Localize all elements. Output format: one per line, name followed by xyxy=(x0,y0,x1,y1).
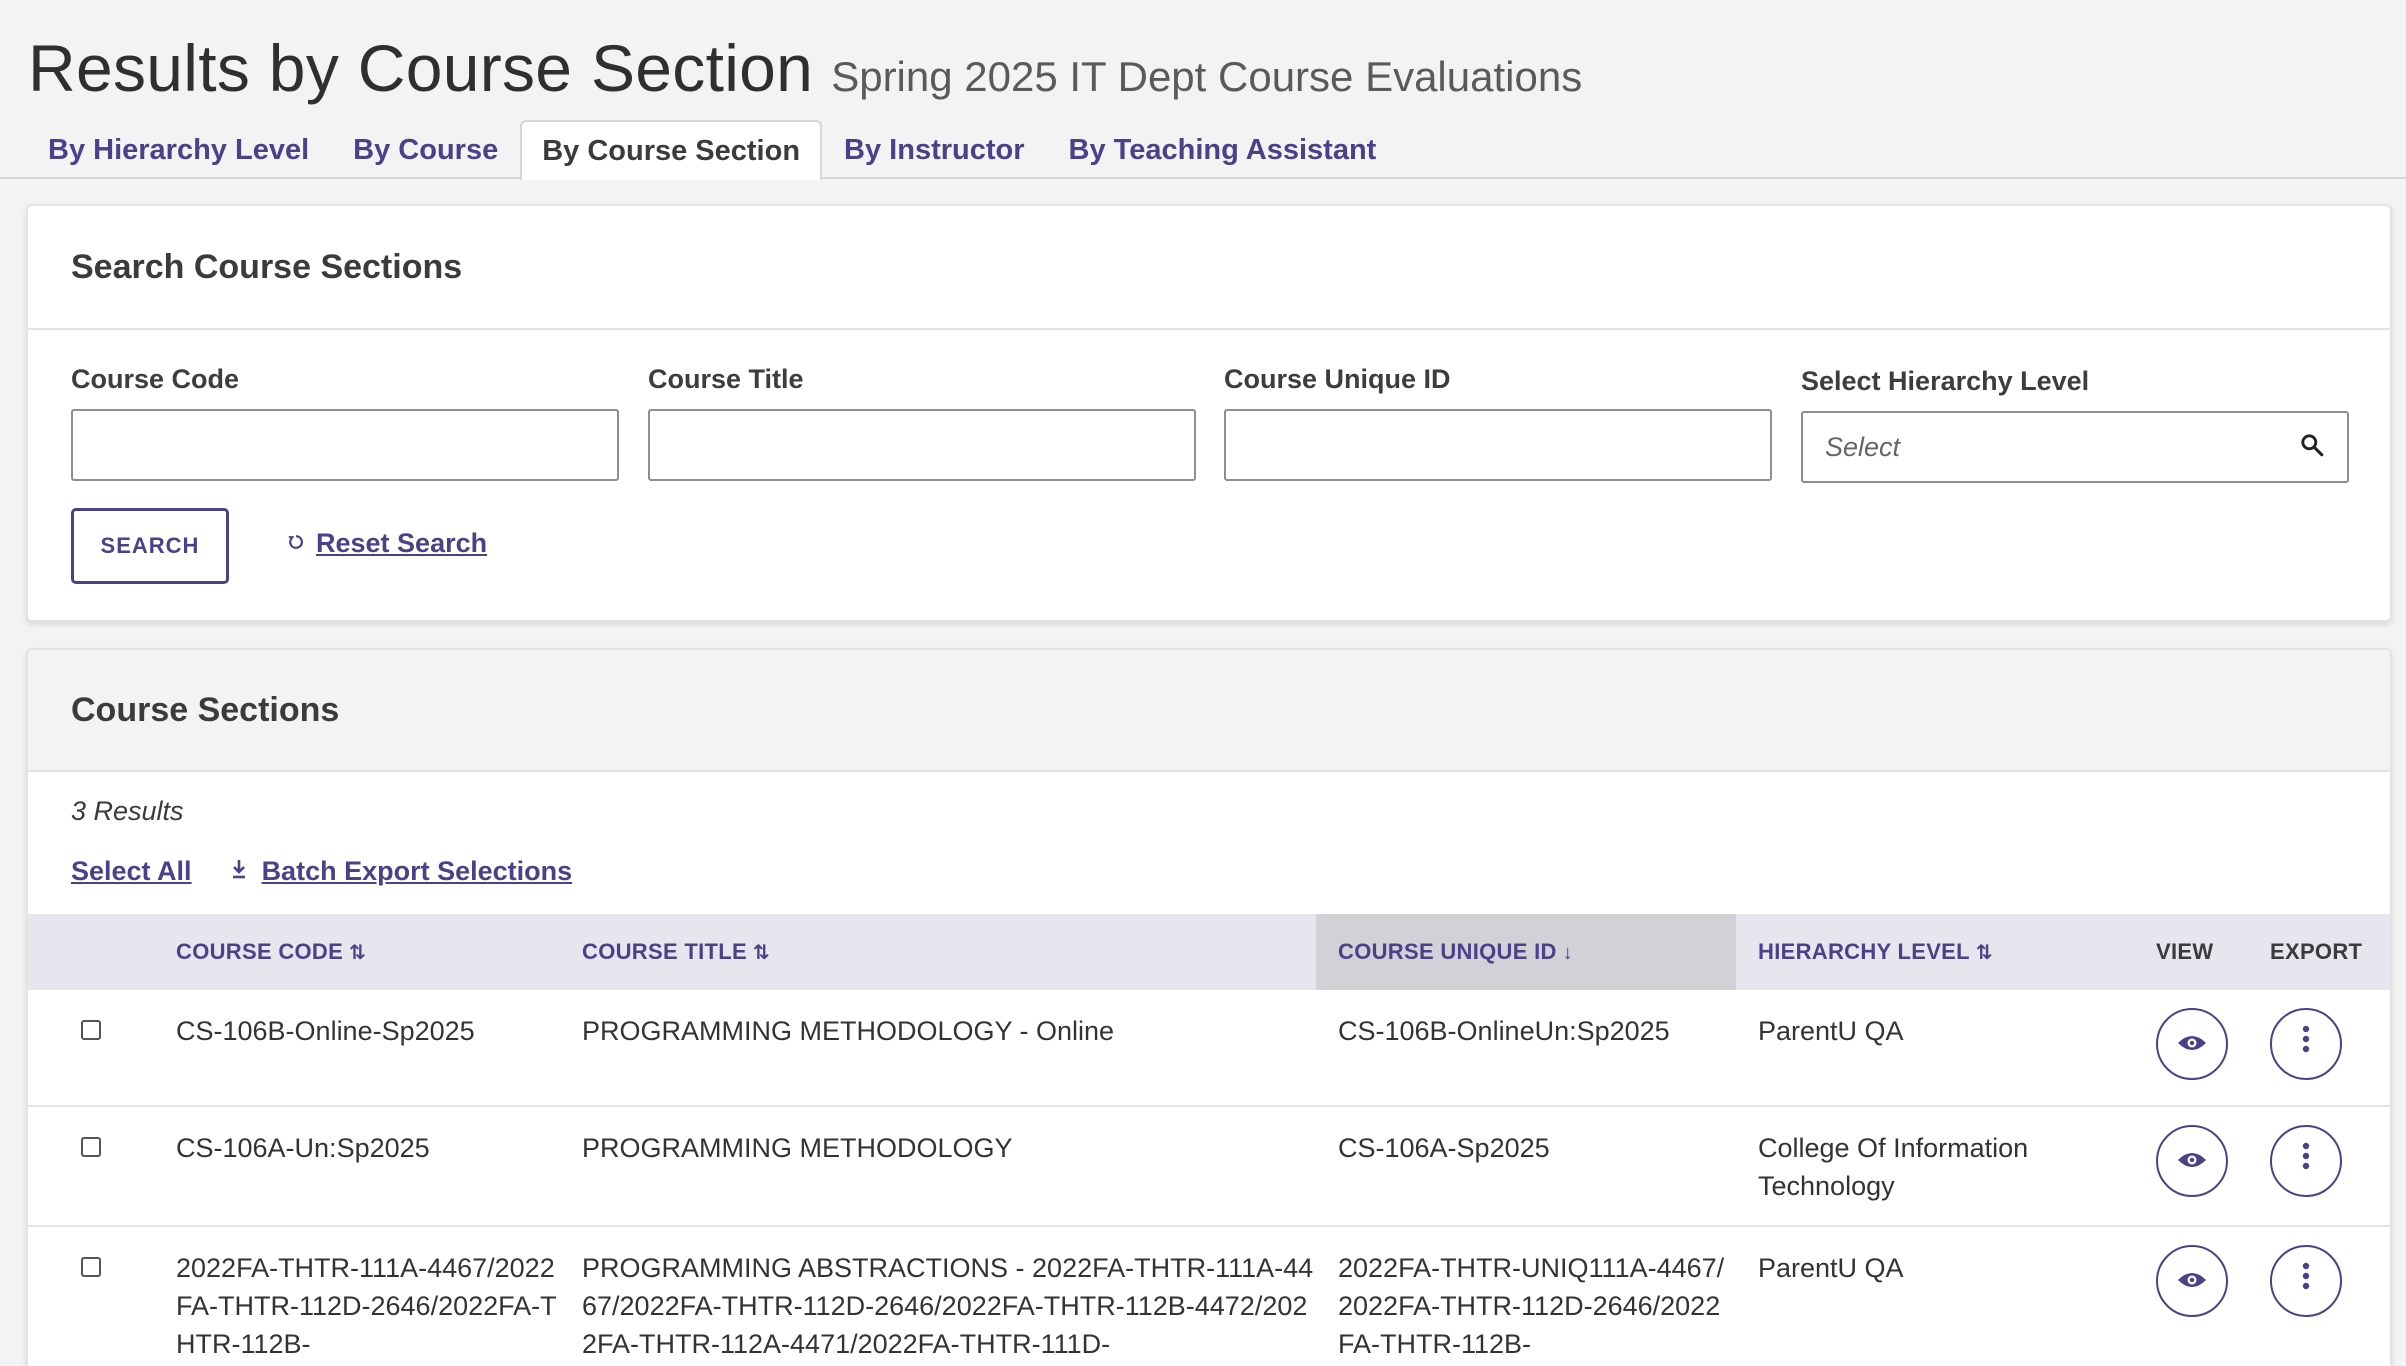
checkbox-column-header xyxy=(28,914,154,990)
row-checkbox[interactable] xyxy=(81,1020,101,1040)
course-title-input[interactable] xyxy=(648,409,1196,481)
tab-by-hierarchy-level[interactable]: By Hierarchy Level xyxy=(26,120,331,178)
batch-export-link[interactable]: Batch Export Selections xyxy=(230,856,573,887)
more-vertical-icon xyxy=(2302,1262,2310,1300)
eye-icon xyxy=(2177,1142,2207,1180)
hierarchy-field-group: Select Hierarchy Level Select xyxy=(1801,366,2349,483)
select-all-link[interactable]: Select All xyxy=(71,856,192,887)
hierarchy-level-cell: ParentU QA xyxy=(1758,1016,1904,1046)
hierarchy-level-cell: College Of Information Technology xyxy=(1758,1133,2029,1201)
course-title-cell: PROGRAMMING METHODOLOGY xyxy=(582,1133,1013,1163)
sort-descending-icon: ↓ xyxy=(1562,942,1574,964)
view-button[interactable] xyxy=(2156,1245,2228,1317)
hierarchy-level-cell: ParentU QA xyxy=(1758,1253,1904,1283)
tabs-bar: By Hierarchy Level By Course By Course S… xyxy=(26,120,2406,180)
course-title-column-header[interactable]: COURSE TITLE ⇅ xyxy=(560,914,1316,990)
tab-by-course[interactable]: By Course xyxy=(331,120,520,178)
course-title-field-group: Course Title xyxy=(648,364,1196,481)
page-subtitle: Spring 2025 IT Dept Course Evaluations xyxy=(831,53,1583,100)
view-column-header: VIEW xyxy=(2156,939,2214,964)
row-checkbox[interactable] xyxy=(81,1257,101,1277)
course-unique-id-column-header[interactable]: COURSE UNIQUE ID ↓ xyxy=(1316,914,1736,990)
download-icon xyxy=(230,859,248,884)
batch-export-label: Batch Export Selections xyxy=(261,856,573,886)
table-row: CS-106B-Online-Sp2025 PROGRAMMING METHOD… xyxy=(28,990,2390,1106)
search-icon xyxy=(2299,432,2325,463)
row-checkbox[interactable] xyxy=(81,1137,101,1157)
course-title-label: Course Title xyxy=(648,364,804,394)
hierarchy-level-column-header[interactable]: HIERARCHY LEVEL ⇅ xyxy=(1736,914,2156,990)
eye-icon xyxy=(2177,1025,2207,1063)
hierarchy-select-placeholder: Select xyxy=(1825,431,1901,462)
reset-search-label: Reset Search xyxy=(316,528,488,558)
course-sections-table: COURSE CODE ⇅ COURSE TITLE ⇅ COURSE UNIQUE… xyxy=(28,914,2390,1366)
search-card: Search Course Sections Course Code Cours… xyxy=(26,204,2392,622)
hierarchy-label: Select Hierarchy Level xyxy=(1801,366,2090,396)
results-count: 3 Results xyxy=(71,796,184,826)
results-card-title: Course Sections xyxy=(28,650,2390,772)
table-row: 2022FA-THTR-111A-4467/2022FA-THTR-112D-2… xyxy=(28,1226,2390,1366)
eye-icon xyxy=(2177,1262,2207,1300)
course-title-cell: PROGRAMMING ABSTRACTIONS - 2022FA-THTR-1… xyxy=(582,1253,1314,1359)
search-card-title: Search Course Sections xyxy=(28,206,2390,330)
course-code-cell: 2022FA-THTR-111A-4467/2022FA-THTR-112D-2… xyxy=(176,1253,557,1359)
table-header-row: COURSE CODE ⇅ COURSE TITLE ⇅ COURSE UNIQUE… xyxy=(28,914,2390,990)
results-card: Course Sections 3 Results Select All Bat… xyxy=(26,648,2392,1366)
course-code-cell: CS-106B-Online-Sp2025 xyxy=(176,1016,475,1046)
tab-by-teaching-assistant[interactable]: By Teaching Assistant xyxy=(1047,120,1399,178)
sort-icon: ⇅ xyxy=(752,942,770,964)
course-code-cell: CS-106A-Un:Sp2025 xyxy=(176,1133,430,1163)
export-menu-button[interactable] xyxy=(2270,1008,2342,1080)
reset-search-link[interactable]: Reset Search xyxy=(286,528,487,559)
course-unique-id-cell: CS-106B-OnlineUn:Sp2025 xyxy=(1338,1016,1670,1046)
view-button[interactable] xyxy=(2156,1008,2228,1080)
search-button[interactable]: SEARCH xyxy=(71,508,229,584)
course-unique-id-cell: CS-106A-Sp2025 xyxy=(1338,1133,1550,1163)
course-code-field-group: Course Code xyxy=(71,364,619,481)
course-code-column-header[interactable]: COURSE CODE ⇅ xyxy=(154,914,560,990)
sort-icon: ⇅ xyxy=(349,942,367,964)
hierarchy-select[interactable]: Select xyxy=(1801,411,2349,483)
bulk-actions: Select All Batch Export Selections xyxy=(71,856,572,887)
more-vertical-icon xyxy=(2302,1025,2310,1063)
view-button[interactable] xyxy=(2156,1125,2228,1197)
tab-by-course-section[interactable]: By Course Section xyxy=(520,120,823,180)
tab-by-instructor[interactable]: By Instructor xyxy=(822,120,1046,178)
reset-icon xyxy=(286,528,306,559)
page-header: Results by Course Section Spring 2025 IT… xyxy=(28,30,1582,106)
export-column-header: EXPORT xyxy=(2270,939,2363,964)
course-unique-id-input[interactable] xyxy=(1224,409,1772,481)
course-unique-id-label: Course Unique ID xyxy=(1224,364,1451,394)
course-unique-id-cell: 2022FA-THTR-UNIQ111A-4467/2022FA-THTR-11… xyxy=(1338,1253,1725,1359)
course-title-cell: PROGRAMMING METHODOLOGY - Online xyxy=(582,1016,1115,1046)
more-vertical-icon xyxy=(2302,1142,2310,1180)
page-title: Results by Course Section xyxy=(28,31,814,105)
course-code-input[interactable] xyxy=(71,409,619,481)
export-menu-button[interactable] xyxy=(2270,1125,2342,1197)
table-row: CS-106A-Un:Sp2025 PROGRAMMING METHODOLOG… xyxy=(28,1106,2390,1226)
course-code-label: Course Code xyxy=(71,364,240,394)
sort-icon: ⇅ xyxy=(1975,942,1993,964)
export-menu-button[interactable] xyxy=(2270,1245,2342,1317)
course-unique-id-field-group: Course Unique ID xyxy=(1224,364,1772,481)
